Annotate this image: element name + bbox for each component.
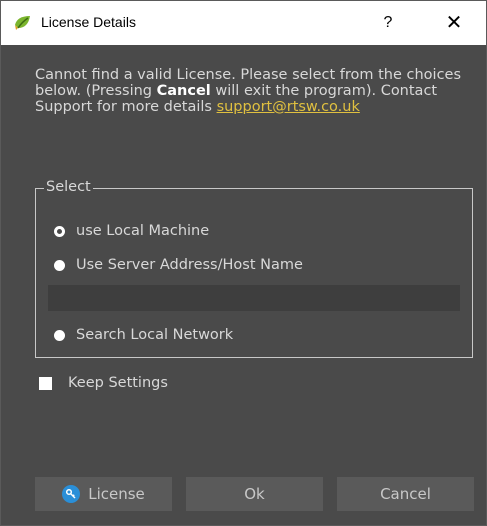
message-cancel-bold: Cancel <box>156 83 211 99</box>
keep-settings-checkbox-row[interactable]: Keep Settings <box>39 375 168 391</box>
host-address-input[interactable] <box>48 285 460 311</box>
license-button[interactable]: License <box>35 477 172 511</box>
close-button[interactable]: ✕ <box>439 9 469 37</box>
support-email-link[interactable]: support@rtsw.co.uk <box>217 99 360 115</box>
window-title: License Details <box>41 14 136 30</box>
info-message: Cannot find a valid License. Please sele… <box>35 67 475 115</box>
cancel-button-label: Cancel <box>380 485 431 503</box>
license-button-label: License <box>88 485 145 503</box>
radio-selected-icon[interactable] <box>54 225 65 237</box>
radio-unselected-icon[interactable] <box>54 329 65 341</box>
select-group: Select use Local Machine Use Server Addr… <box>35 179 473 358</box>
help-button[interactable]: ? <box>373 9 403 37</box>
radio-search-network[interactable]: Search Local Network <box>54 327 233 343</box>
title-bar: License Details ? ✕ <box>1 1 486 45</box>
ok-button[interactable]: Ok <box>186 477 323 511</box>
radio-label: use Local Machine <box>76 223 210 239</box>
license-dialog: License Details ? ✕ Cannot find a valid … <box>0 0 487 526</box>
dialog-body: Cannot find a valid License. Please sele… <box>1 45 486 525</box>
radio-unselected-icon[interactable] <box>54 259 65 271</box>
select-group-title: Select <box>44 179 93 195</box>
ok-button-label: Ok <box>244 485 265 503</box>
radio-label: Use Server Address/Host Name <box>76 257 303 273</box>
key-icon <box>62 485 81 503</box>
radio-local-machine[interactable]: use Local Machine <box>54 223 209 239</box>
keep-settings-label: Keep Settings <box>68 375 168 391</box>
cancel-button[interactable]: Cancel <box>337 477 474 511</box>
keep-settings-checkbox[interactable] <box>39 376 52 390</box>
radio-server-address[interactable]: Use Server Address/Host Name <box>54 257 303 273</box>
leaf-logo-icon <box>15 16 30 30</box>
radio-label: Search Local Network <box>76 327 234 343</box>
